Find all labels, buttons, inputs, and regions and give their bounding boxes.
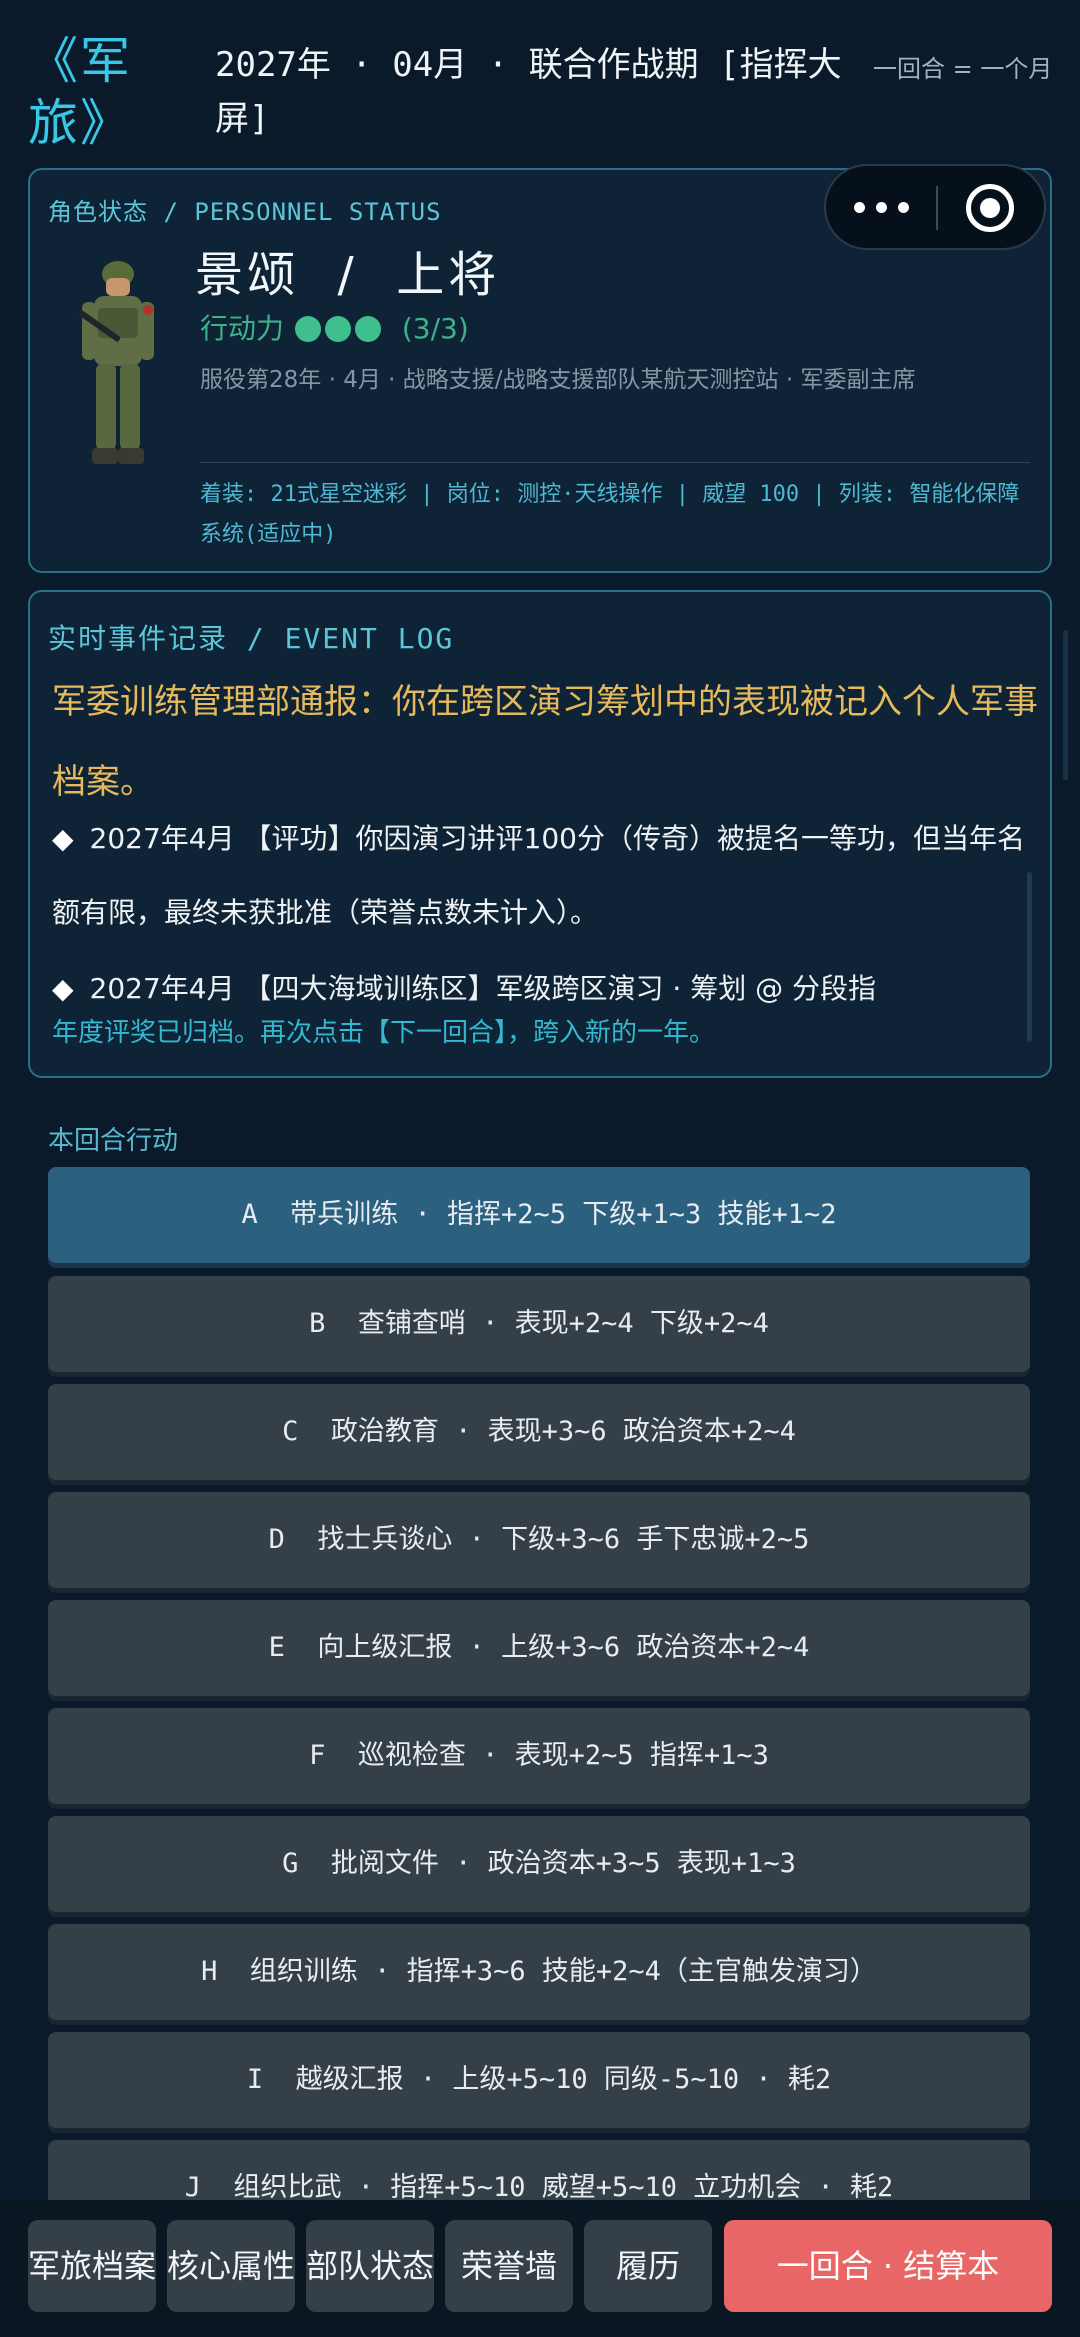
event-headline: 军委训练管理部通报：你在跨区演习筹划中的表现被记入个人军事档案。: [52, 682, 1038, 802]
turn-note: 一回合 = 一个月: [873, 55, 1053, 83]
action-i-button[interactable]: I 越级汇报 · 上级+5~10 同级-5~10 · 耗2: [48, 2032, 1030, 2128]
event-scrollbar[interactable]: [1027, 872, 1032, 1042]
diamond-icon: ◆: [52, 972, 74, 1005]
diamond-icon: ◆: [52, 822, 74, 855]
app-brand: 《军旅》: [28, 32, 132, 152]
action-h-button[interactable]: H 组织训练 · 指挥+3~6 技能+2~4（主官触发演习）: [48, 1924, 1030, 2020]
action-g-button[interactable]: G 批阅文件 · 政治资本+3~5 表现+1~3: [48, 1816, 1030, 1912]
mini-program-capsule: [824, 164, 1046, 250]
ap-dot-icon: [354, 316, 381, 342]
page-scrollbar[interactable]: [1063, 630, 1068, 780]
close-target-icon[interactable]: [966, 184, 1014, 232]
name-rank: 景颂 / 上将: [195, 247, 501, 303]
soldier-avatar: [77, 261, 154, 464]
date-line: 2027年 · 04月 · 联合作战期 [指挥大屏]: [215, 45, 842, 139]
nav-unit-status-button[interactable]: 部队状态: [306, 2220, 434, 2312]
ap-dot-icon: [324, 316, 351, 342]
ap-dot-icon: [294, 316, 321, 342]
action-c-button[interactable]: C 政治教育 · 表现+3~6 政治资本+2~4: [48, 1384, 1030, 1480]
personnel-status-panel: 角色状态 / PERSONNEL STATUS 景颂 / 上将 行动力 (3/3…: [28, 164, 1052, 573]
nav-archive-button[interactable]: 军旅档案: [28, 2220, 156, 2312]
event-log-panel[interactable]: 实时事件记录 / EVENT LOG 军委训练管理部通报：你在跨区演习筹划中的表…: [28, 590, 1052, 1078]
nav-honor-wall-button[interactable]: 荣誉墙: [445, 2220, 573, 2312]
equipment-info: 着装: 21式星空迷彩 | 岗位: 测控·天线操作 | 威望 100 | 列装:…: [200, 482, 1020, 547]
action-b-button[interactable]: B 查铺查哨 · 表现+2~4 下级+2~4: [48, 1276, 1030, 1372]
action-d-button[interactable]: D 找士兵谈心 · 下级+3~6 手下忠诚+2~5: [48, 1492, 1030, 1588]
service-info: 服役第28年 · 4月 · 战略支援/战略支援部队某航天测控站 · 军委副主席: [200, 367, 916, 393]
actions-label: 本回合行动: [48, 1126, 179, 1156]
nav-core-attributes-button[interactable]: 核心属性: [167, 2220, 295, 2312]
action-f-button[interactable]: F 巡视检查 · 表现+2~5 指挥+1~3: [48, 1708, 1030, 1804]
event-item: ◆ 2027年4月 【评功】你因演习讲评100分（传奇）被提名一等功，但当年名额有…: [52, 822, 1025, 929]
more-icon[interactable]: [854, 192, 914, 222]
ap-label: 行动力: [200, 312, 285, 345]
action-a-button[interactable]: A 带兵训练 · 指挥+2~5 下级+1~3 技能+1~2: [48, 1167, 1030, 1263]
action-e-button[interactable]: E 向上级汇报 · 上级+3~6 政治资本+2~4: [48, 1600, 1030, 1696]
ap-count: (3/3): [401, 312, 469, 345]
panel-tag: 实时事件记录 / EVENT LOG: [48, 622, 455, 655]
event-footer: 年度评奖已归档。再次点击【下一回合】，跨入新的一年。: [52, 1018, 716, 1048]
panel-tag: 角色状态 / PERSONNEL STATUS: [48, 198, 442, 226]
next-turn-button[interactable]: 一回合 · 结算本: [724, 2220, 1052, 2312]
capsule-divider: [936, 186, 938, 230]
divider: [200, 462, 1030, 463]
header: 《军旅》 2027年 · 04月 · 联合作战期 [指挥大屏] 一回合 = 一个…: [0, 0, 1080, 165]
nav-resume-button[interactable]: 履历: [584, 2220, 712, 2312]
action-points: 行动力 (3/3): [200, 307, 469, 347]
